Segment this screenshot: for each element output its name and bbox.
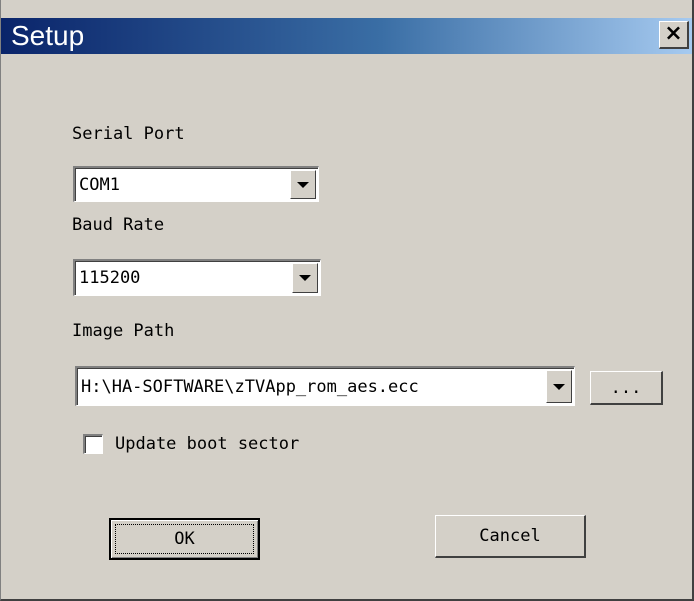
image-path-select[interactable]: H:\HA-SOFTWARE\zTVApp_rom_aes.ecc	[75, 366, 575, 406]
baud-rate-select[interactable]: 115200	[73, 259, 321, 296]
title-bar[interactable]: Setup ×	[1, 18, 692, 54]
window-title: Setup	[11, 20, 85, 51]
setup-dialog: Setup × Serial Port COM1 Baud Rate 11520…	[0, 0, 694, 601]
serial-port-value: COM1	[79, 174, 120, 195]
ok-button[interactable]: OK	[109, 518, 260, 560]
cancel-button[interactable]: Cancel	[435, 515, 586, 558]
image-path-dropdown-button[interactable]	[546, 370, 572, 403]
browse-button[interactable]: ...	[590, 371, 663, 405]
update-boot-sector-checkbox[interactable]	[83, 434, 103, 454]
chevron-down-icon	[299, 275, 311, 281]
chevron-down-icon	[553, 383, 565, 390]
baud-rate-dropdown-button[interactable]	[292, 263, 318, 293]
cancel-button-label: Cancel	[479, 526, 541, 546]
update-boot-sector-label: Update boot sector	[115, 434, 300, 454]
serial-port-select[interactable]: COM1	[73, 166, 319, 202]
close-icon: ×	[664, 21, 683, 46]
serial-port-label: Serial Port	[72, 124, 185, 144]
focus-indicator	[115, 524, 254, 554]
close-button[interactable]: ×	[659, 21, 689, 49]
chevron-down-icon	[297, 181, 309, 188]
serial-port-dropdown-button[interactable]	[290, 170, 316, 199]
baud-rate-label: Baud Rate	[72, 215, 165, 235]
baud-rate-value: 115200	[79, 268, 141, 288]
image-path-value: H:\HA-SOFTWARE\zTVApp_rom_aes.ecc	[81, 376, 419, 397]
browse-button-label: ...	[610, 377, 642, 398]
image-path-label: Image Path	[72, 321, 175, 341]
